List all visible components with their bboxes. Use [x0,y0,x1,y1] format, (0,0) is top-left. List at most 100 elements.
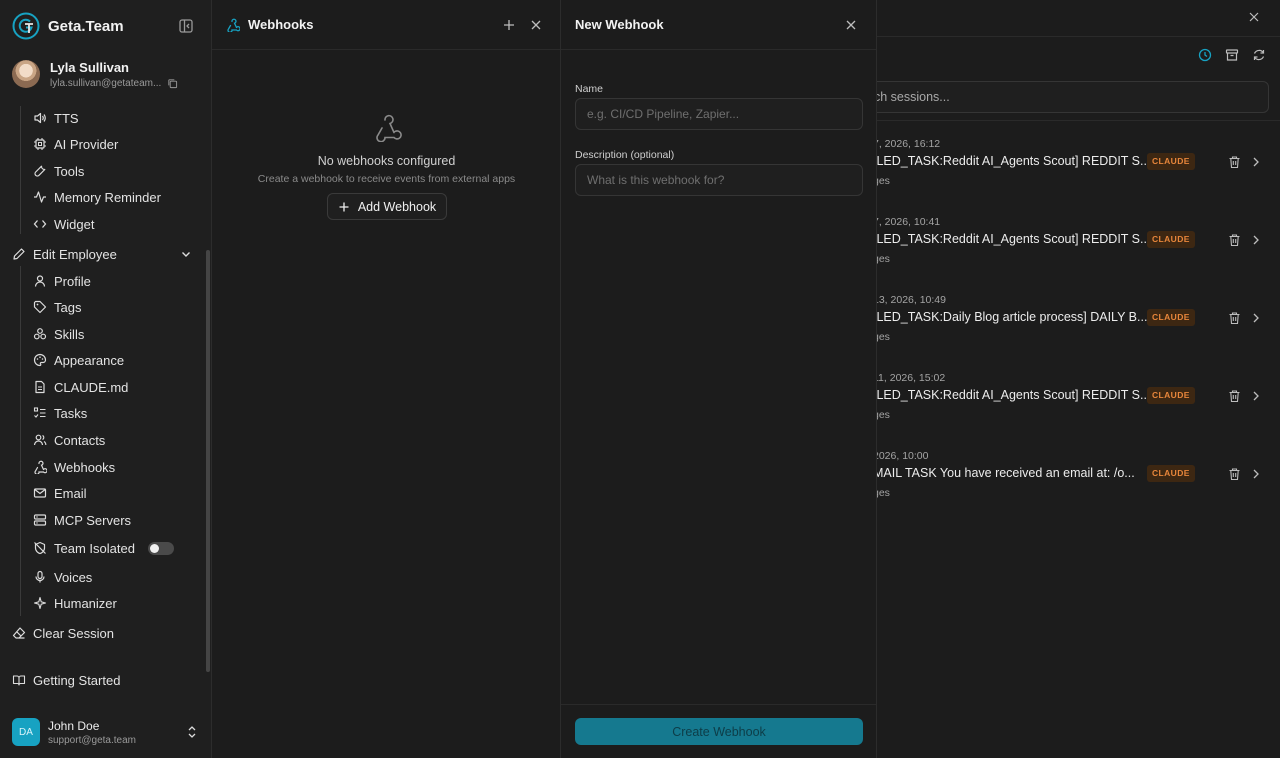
sidebar-item-label: Contacts [54,432,106,448]
copy-icon[interactable] [167,78,178,89]
sidebar-item-label: Webhooks [54,459,116,475]
sidebar-item-claude-md[interactable]: CLAUDE.md [33,375,128,399]
session-badge: CLAUDE [1147,465,1195,482]
chevron-right-icon[interactable] [1251,156,1261,168]
sidebar-item-tasks[interactable]: Tasks [33,401,87,425]
panel-title-row: Webhooks [226,17,314,32]
session-title: ILED_TASK:Daily Blog article process] DA… [877,310,1148,324]
panel-title: Webhooks [248,17,314,32]
sidebar-item-tags[interactable]: Tags [33,295,81,319]
mic-icon [35,570,45,583]
sidebar-collapse-icon[interactable] [178,18,194,34]
session-row[interactable]: 7, 2026, 10:41 ILED_TASK:Reddit AI_Agent… [877,216,1280,286]
tree-line [20,106,21,234]
description-input[interactable] [575,164,863,196]
sidebar-item-profile[interactable]: Profile [33,269,91,293]
sidebar-item-label: Tools [54,163,85,179]
sidebar: Geta.Team Lyla Sullivan lyla.sullivan@ge… [0,0,212,758]
add-webhook-button[interactable]: Add Webhook [327,193,447,220]
webhooks-panel: Webhooks No webhooks configured Create a… [212,0,561,758]
chevron-right-icon[interactable] [1251,312,1261,324]
sidebar-item-humanizer[interactable]: Humanizer [33,591,117,615]
session-date: 7, 2026, 10:41 [877,216,941,228]
team-isolated-toggle[interactable] [148,542,174,555]
close-icon[interactable] [844,18,858,32]
refresh-icon[interactable] [1252,48,1266,62]
session-search-input[interactable]: ch sessions... [877,81,1269,113]
sidebar-item-tts[interactable]: TTS [33,106,79,130]
session-row[interactable]: 2026, 10:00 MAIL TASK You have received … [877,450,1280,520]
trash-icon[interactable] [1228,467,1241,481]
users-icon [33,434,47,446]
session-title: MAIL TASK You have received an email at:… [877,466,1135,480]
sidebar-item-skills[interactable]: Skills [33,322,84,346]
sidebar-item-voices[interactable]: Voices [33,565,92,589]
sidebar-item-webhooks[interactable]: Webhooks [33,455,115,479]
session-date: 7, 2026, 16:12 [877,138,941,150]
sidebar-item-getting-started[interactable]: Getting Started [12,668,120,692]
webhook-icon [375,114,402,142]
session-meta: ges [877,409,890,421]
panel-header: Webhooks [212,0,560,50]
sidebar-item-ai-provider[interactable]: AI Provider [33,132,118,156]
account-avatar: DA [12,718,40,746]
plus-icon[interactable] [502,18,516,32]
eraser-icon [12,627,26,639]
chevron-down-icon[interactable] [180,248,192,260]
trash-icon[interactable] [1228,233,1241,247]
sidebar-item-label: AI Provider [54,136,119,152]
session-badge: CLAUDE [1147,231,1195,248]
empty-state: No webhooks configured Create a webhook … [212,112,561,185]
session-row[interactable]: 11, 2026, 15:02 ILED_TASK:Reddit AI_Agen… [877,372,1280,442]
sidebar-item-label: Edit Employee [33,246,117,262]
session-title: ILED_TASK:Reddit AI_Agents Scout] REDDIT… [877,154,1151,168]
empty-title: No webhooks configured [317,154,456,168]
shield-off-icon [34,541,46,555]
user-icon [34,275,46,287]
archive-icon[interactable] [1225,48,1239,62]
sidebar-item-contacts[interactable]: Contacts [33,428,105,452]
sidebar-item-label: MCP Servers [54,512,132,528]
trash-icon[interactable] [1228,311,1241,325]
session-badge: CLAUDE [1147,153,1195,170]
trash-icon[interactable] [1228,389,1241,403]
sidebar-item-memory-reminder[interactable]: Memory Reminder [33,185,161,209]
session-meta: ges [877,175,890,187]
current-user-email-row: lyla.sullivan@getateam... [50,78,178,89]
session-row[interactable]: 7, 2026, 16:12 ILED_TASK:Reddit AI_Agent… [877,138,1280,208]
sidebar-scrollbar[interactable] [206,250,210,672]
session-title: ILED_TASK:Reddit AI_Agents Scout] REDDIT… [877,388,1151,402]
session-title: ILED_TASK:Reddit AI_Agents Scout] REDDIT… [877,232,1151,246]
sidebar-item-mcp-servers[interactable]: MCP Servers [33,508,131,532]
sidebar-item-appearance[interactable]: Appearance [33,348,124,372]
sidebar-item-tools[interactable]: Tools [33,159,84,183]
sidebar-item-label: Tasks [54,405,88,421]
sidebar-item-email[interactable]: Email [33,481,87,505]
session-meta: ges [877,331,890,343]
close-icon[interactable] [1248,11,1260,23]
sidebar-item-widget[interactable]: Widget [33,212,94,236]
palette-icon [33,353,47,367]
sidebar-item-label: Clear Session [33,625,114,641]
empty-subtitle: Create a webhook to receive events from … [257,173,516,185]
chevron-right-icon[interactable] [1251,468,1261,480]
server-icon [33,514,47,526]
brand[interactable]: Geta.Team [12,12,124,40]
chevrons-up-down-icon [188,726,196,738]
name-label: Name [575,83,604,95]
close-icon[interactable] [529,18,543,32]
chevron-right-icon[interactable] [1251,390,1261,402]
chevron-right-icon[interactable] [1251,234,1261,246]
sidebar-item-edit-employee[interactable]: Edit Employee [12,242,117,266]
clock-icon[interactable] [1198,48,1212,62]
name-input[interactable] [575,98,863,130]
session-row[interactable]: 13, 2026, 10:49 ILED_TASK:Daily Blog art… [877,294,1280,364]
cpu-icon [34,138,46,150]
trash-icon[interactable] [1228,155,1241,169]
sidebar-item-clear-session[interactable]: Clear Session [12,621,114,645]
current-user[interactable]: Lyla Sullivan lyla.sullivan@getateam... [12,56,202,92]
session-date: 2026, 10:00 [877,450,929,462]
account-switcher[interactable]: DA John Doe support@geta.team [12,716,202,748]
panel-title: New Webhook [575,17,664,32]
create-webhook-button[interactable]: Create Webhook [575,718,863,745]
